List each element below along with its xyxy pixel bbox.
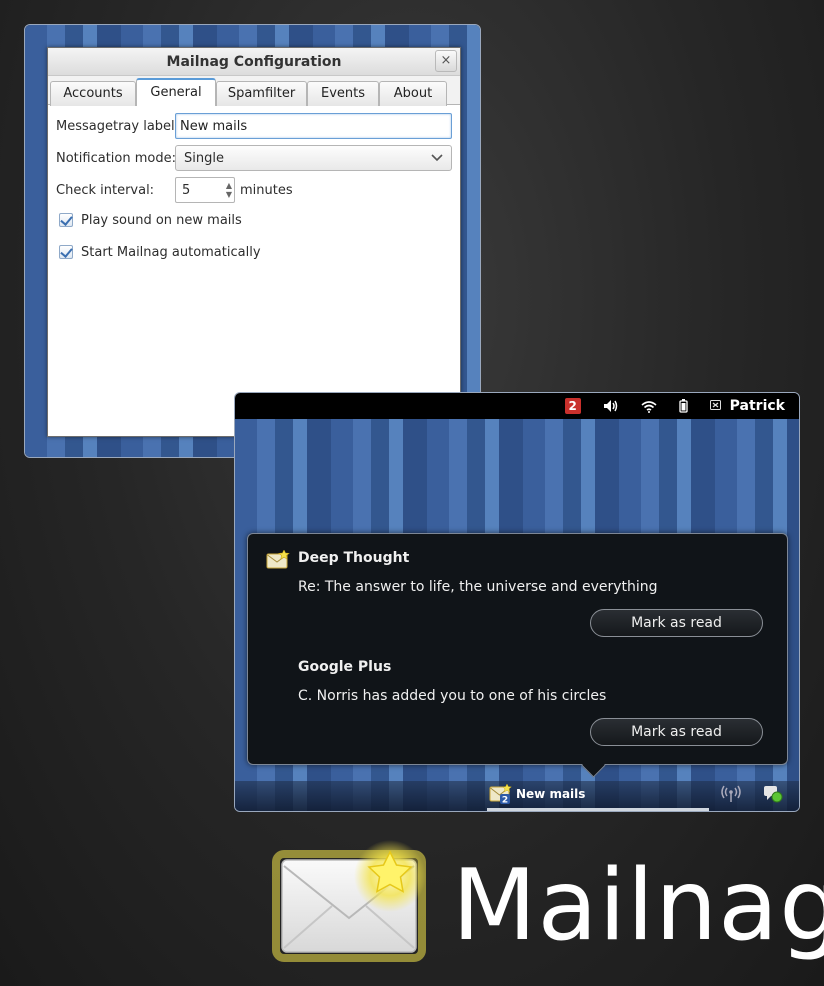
mail-subject: Re: The answer to life, the universe and… (298, 579, 658, 595)
spin-down-icon[interactable]: ▼ (226, 190, 232, 199)
tab-general[interactable]: General (136, 78, 216, 106)
mark-as-read-button[interactable]: Mark as read (590, 718, 763, 746)
tab-events[interactable]: Events (307, 81, 379, 106)
notification-mode-label: Notification mode: (56, 150, 176, 166)
messagetray-row: Messagetray label: (56, 113, 452, 139)
play-sound-row[interactable]: Play sound on new mails (59, 209, 452, 231)
close-button[interactable]: × (435, 50, 457, 72)
mailnag-logo-icon (270, 836, 440, 970)
mail-notification-popup: Deep Thought Re: The answer to life, the… (247, 533, 788, 765)
messagetray-input[interactable] (175, 113, 452, 139)
mail-sender: Google Plus (298, 659, 392, 675)
volume-icon[interactable] (603, 399, 619, 413)
tray-mail-label[interactable]: New mails (516, 787, 585, 801)
notification-mode-select[interactable]: Single (175, 145, 452, 171)
check-interval-row: Check interval: 5 ▲ ▼ minutes (56, 177, 452, 203)
mail-subject: C. Norris has added you to one of his ci… (298, 688, 607, 704)
tab-bar: Accounts General Spamfilter Events About (48, 76, 460, 106)
desktop-screenshot-frame: 2 Patrick Deep Thought Re: The answer to… (234, 392, 800, 812)
dialog-titlebar[interactable]: Mailnag Configuration × (48, 48, 460, 76)
play-sound-label[interactable]: Play sound on new mails (81, 213, 242, 228)
autostart-row[interactable]: Start Mailnag automatically (59, 241, 452, 263)
mail-entry: Deep Thought Re: The answer to life, the… (298, 550, 763, 637)
check-interval-spinner[interactable]: 5 ▲ ▼ (175, 177, 235, 203)
spin-up-icon[interactable]: ▲ (226, 181, 232, 190)
battery-icon[interactable] (679, 399, 688, 413)
tray-mail-count: 2 (502, 796, 508, 805)
mail-star-icon (266, 549, 290, 574)
tab-accounts[interactable]: Accounts (50, 81, 136, 106)
tray-selection-underline (487, 808, 709, 811)
check-interval-label: Check interval: (56, 182, 155, 198)
general-settings-form: Messagetray label: Notification mode: Si… (48, 105, 460, 281)
notification-mode-value: Single (184, 150, 224, 166)
tray-right-icons (721, 785, 783, 807)
tab-about[interactable]: About (379, 81, 447, 106)
notification-mode-row: Notification mode: Single (56, 145, 452, 171)
mark-as-read-button[interactable]: Mark as read (590, 609, 763, 637)
tray-mail-item[interactable]: 2 New mails (489, 784, 585, 804)
chat-status-icon[interactable] (763, 785, 783, 807)
network-icon[interactable] (721, 785, 741, 807)
message-tray: 2 New mails (235, 781, 799, 811)
autostart-label[interactable]: Start Mailnag automatically (81, 245, 261, 260)
messagetray-label: Messagetray label: (56, 118, 180, 134)
user-name[interactable]: Patrick (730, 398, 785, 414)
minutes-label: minutes (240, 182, 293, 198)
top-panel: 2 Patrick (235, 393, 799, 419)
wifi-icon[interactable] (641, 400, 657, 413)
autostart-checkbox[interactable] (59, 245, 73, 259)
mail-count-badge[interactable]: 2 (564, 398, 581, 414)
chevron-down-icon (431, 154, 443, 162)
configuration-dialog: Mailnag Configuration × Accounts General… (47, 47, 461, 437)
mail-sender: Deep Thought (298, 550, 410, 566)
dialog-title: Mailnag Configuration (166, 54, 342, 70)
play-sound-checkbox[interactable] (59, 213, 73, 227)
spinner-arrows[interactable]: ▲ ▼ (226, 181, 232, 199)
tab-spamfilter[interactable]: Spamfilter (216, 81, 307, 106)
tray-mail-icon: 2 (489, 784, 512, 805)
user-status-icon[interactable]: Patrick (709, 398, 785, 414)
mail-entry: Google Plus C. Norris has added you to o… (298, 659, 763, 746)
check-interval-value: 5 (182, 182, 191, 198)
brand-name: Mailnag (452, 849, 824, 963)
